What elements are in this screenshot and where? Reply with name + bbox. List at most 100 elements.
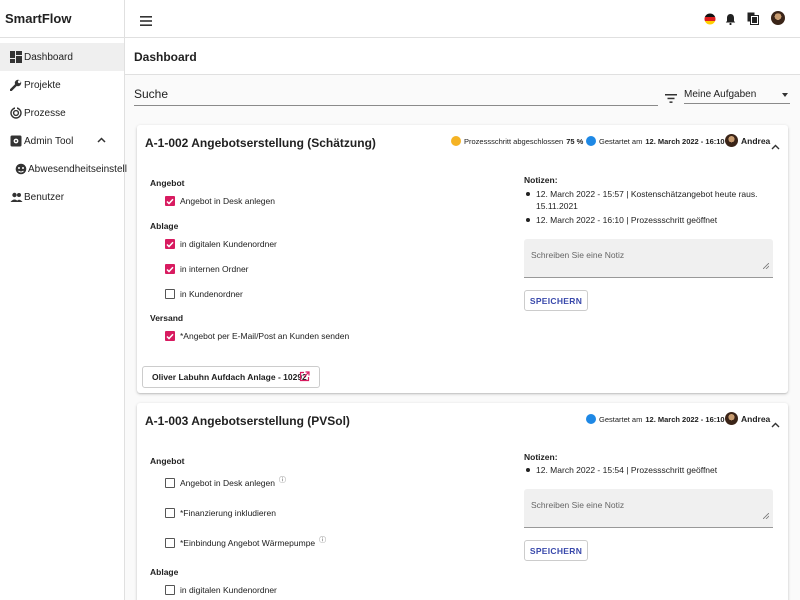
german-flag-icon[interactable]: [704, 12, 716, 30]
admin-icon: [9, 134, 23, 148]
task-card-title: A-1-003 Angebotserstellung (PVSol): [145, 414, 350, 428]
checkbox[interactable]: [165, 538, 175, 548]
checklist-item[interactable]: in digitalen Kundenordner: [165, 239, 277, 249]
absence-icon: [15, 162, 27, 176]
checklist-label: in Kundenordner: [180, 289, 243, 299]
checklist-label: in digitalen Kundenordner: [180, 239, 277, 249]
note-textarea[interactable]: Schreiben Sie eine Notiz: [524, 239, 773, 278]
sidebar-item-benutzer[interactable]: Benutzer: [0, 183, 124, 211]
checkbox[interactable]: [165, 331, 175, 341]
checkbox[interactable]: [165, 508, 175, 518]
section-title: Ablage: [150, 567, 179, 577]
sidebar-item-abwesenheit[interactable]: Abwesendheitseinstell: [0, 155, 127, 183]
chevron-up-icon[interactable]: [771, 415, 780, 433]
section-title: Angebot: [150, 456, 185, 466]
app-title: SmartFlow: [0, 0, 124, 38]
task-card: A-1-003 Angebotserstellung (PVSol) Gesta…: [137, 403, 788, 600]
chevron-up-icon[interactable]: [771, 137, 780, 155]
checklist-item[interactable]: *Finanzierung inkludieren: [165, 508, 276, 518]
sidebar-item-admin-tool[interactable]: Admin Tool: [0, 127, 124, 155]
bullet-icon: [526, 218, 530, 222]
checkbox[interactable]: [165, 585, 175, 595]
checkbox[interactable]: [165, 239, 175, 249]
filter-icon[interactable]: [665, 90, 677, 108]
sidebar-item-label: Benutzer: [24, 191, 65, 203]
checkbox[interactable]: [165, 196, 175, 206]
started-value: 12. March 2022 - 16:10: [645, 136, 725, 146]
notes-label: Notizen:: [524, 452, 558, 462]
menu-icon[interactable]: [140, 13, 152, 31]
save-button[interactable]: SPEICHERN: [524, 290, 588, 311]
checklist-item[interactable]: in internen Ordner: [165, 264, 249, 274]
save-button[interactable]: SPEICHERN: [524, 540, 588, 561]
user-avatar[interactable]: [771, 11, 785, 30]
sidebar-item-dashboard[interactable]: Dashboard: [0, 43, 124, 71]
search-field[interactable]: [134, 84, 658, 106]
started-dot-icon: [586, 414, 596, 424]
documents-icon[interactable]: [747, 12, 759, 30]
started-status: Gestartet am 12. March 2022 - 16:10: [586, 136, 725, 146]
checklist-label: *Finanzierung inkludieren: [180, 508, 276, 518]
assignee[interactable]: Andrea: [725, 412, 770, 425]
checklist-label: *Einbindung Angebot Wärmepumpe: [180, 538, 316, 548]
note-text: 12. March 2022 - 16:10 | Prozessschritt …: [536, 215, 718, 225]
started-value: 12. March 2022 - 16:10: [645, 414, 725, 424]
checklist-label: Angebot in Desk anlegen: [180, 478, 275, 488]
checklist-item[interactable]: *Angebot per E-Mail/Post an Kunden sende…: [165, 331, 349, 341]
sidebar: SmartFlow Dashboard Projekte Prozesse Ad…: [0, 0, 127, 600]
bullet-icon: [526, 192, 530, 196]
help-icon[interactable]: ⓘ: [279, 475, 286, 485]
note-text: 12. March 2022 - 15:54 | Prozessschritt …: [536, 465, 718, 475]
checklist-item[interactable]: in digitalen Kundenordner: [165, 585, 277, 595]
dropdown-caret-icon: [782, 93, 788, 97]
section-title: Versand: [150, 313, 184, 323]
progress-value: 75 %: [566, 136, 584, 146]
search-input[interactable]: [134, 84, 658, 104]
task-filter-value: Meine Aufgaben: [684, 89, 757, 100]
checklist-item[interactable]: Angebot in Desk anlegen: [165, 196, 275, 206]
checklist-item[interactable]: in Kundenordner: [165, 289, 243, 299]
assignee-name: Andrea: [741, 135, 771, 146]
sidebar-item-label: Dashboard: [24, 51, 73, 63]
progress-label: Prozessschritt abgeschlossen: [464, 136, 564, 146]
assignee-name: Andrea: [741, 413, 771, 424]
project-link-label: Oliver Labuhn Aufdach Anlage - 10292: [152, 372, 307, 382]
users-icon: [9, 190, 23, 204]
sidebar-item-prozesse[interactable]: Prozesse: [0, 99, 124, 127]
checklist-item[interactable]: *Einbindung Angebot Wärmepumpe ⓘ: [165, 535, 326, 548]
wrench-icon: [9, 78, 23, 92]
checklist-item[interactable]: Angebot in Desk anlegen ⓘ: [165, 475, 286, 488]
resize-handle-icon[interactable]: [762, 506, 770, 524]
resize-handle-icon[interactable]: [762, 256, 770, 274]
bullet-icon: [526, 468, 530, 472]
page-header: Dashboard: [125, 38, 800, 75]
started-dot-icon: [586, 136, 596, 146]
project-link-button[interactable]: Oliver Labuhn Aufdach Anlage - 10292: [142, 366, 320, 388]
section-title: Ablage: [150, 221, 179, 231]
help-icon[interactable]: ⓘ: [319, 535, 326, 545]
checkbox[interactable]: [165, 264, 175, 274]
section-title: Angebot: [150, 178, 185, 188]
checklist-label: Angebot in Desk anlegen: [180, 196, 275, 206]
sidebar-item-label: Projekte: [24, 79, 61, 91]
top-bar: [125, 0, 800, 38]
progress-dot-icon: [451, 136, 461, 146]
sidebar-item-projekte[interactable]: Projekte: [0, 71, 124, 99]
bell-icon[interactable]: [725, 12, 736, 30]
sidebar-item-label: Admin Tool: [24, 135, 74, 147]
note-item: 12. March 2022 - 15:54 | Prozessschritt …: [524, 464, 717, 476]
process-icon: [9, 106, 23, 120]
sidebar-item-label: Prozesse: [24, 107, 66, 119]
page-title: Dashboard: [134, 50, 197, 64]
dashboard-icon: [9, 50, 23, 64]
checklist-label: in digitalen Kundenordner: [180, 585, 277, 595]
checkbox[interactable]: [165, 289, 175, 299]
chevron-up-icon[interactable]: [97, 135, 106, 146]
started-status: Gestartet am 12. March 2022 - 16:10: [586, 414, 725, 424]
checkbox[interactable]: [165, 478, 175, 488]
started-label: Gestartet am: [599, 136, 643, 146]
assignee[interactable]: Andrea: [725, 134, 770, 147]
note-textarea[interactable]: Schreiben Sie eine Notiz: [524, 489, 773, 528]
task-filter-select[interactable]: Meine Aufgaben: [684, 86, 790, 104]
checklist-label: in internen Ordner: [180, 264, 249, 274]
